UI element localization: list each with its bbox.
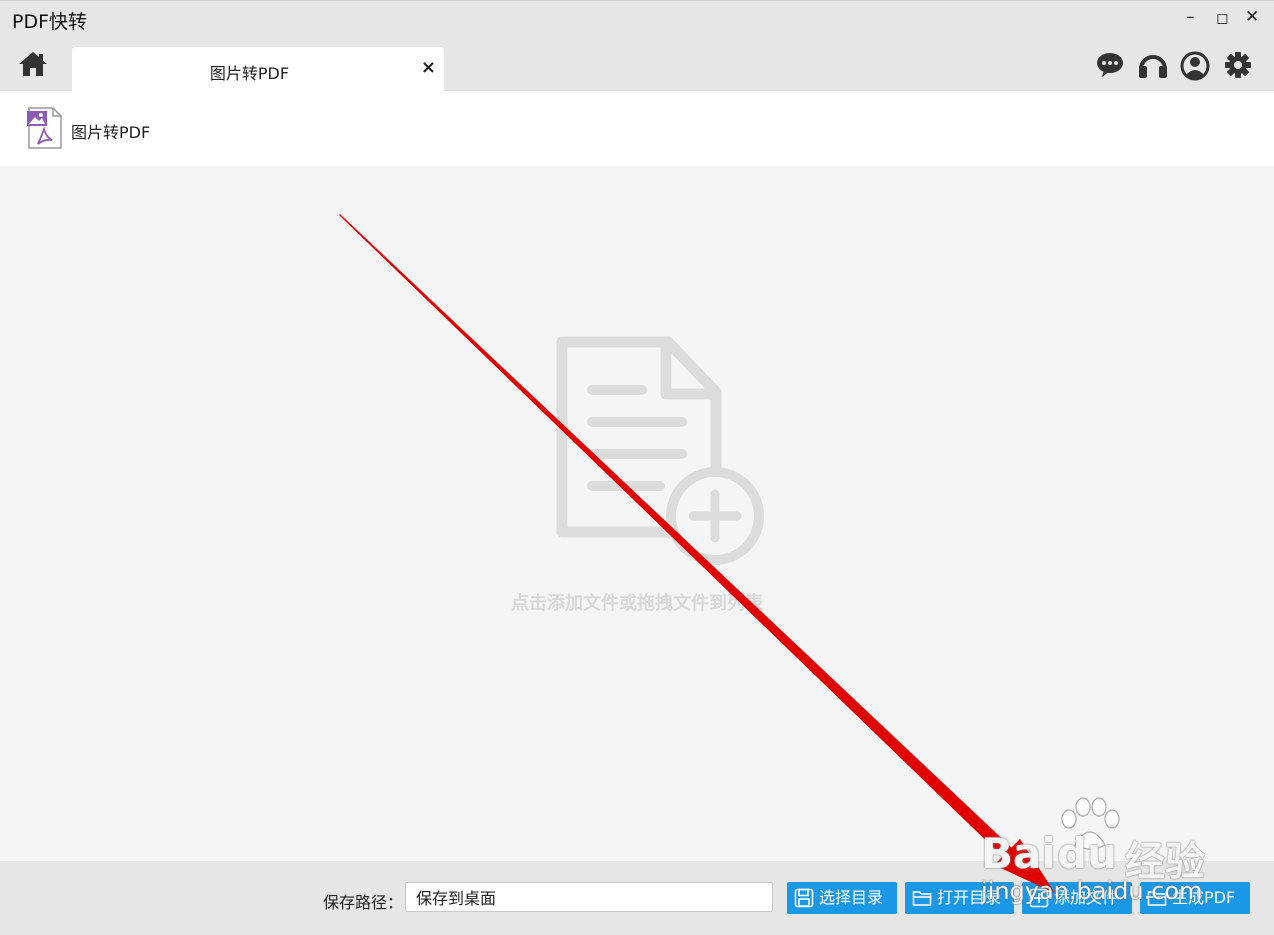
tool-image-to-pdf[interactable]: 图片转PDF [24,107,150,149]
save-path-label: 保存路径： [323,893,404,912]
file-drop-area[interactable]: 点击添加文件或拖拽文件到列表 [0,166,1274,861]
generate-pdf-label: 生成PDF [1172,888,1236,907]
chat-button[interactable] [1096,51,1124,79]
tab-close-button[interactable]: × [421,57,436,78]
minimize-button[interactable]: – [1186,7,1195,27]
image-pdf-file-icon [27,107,62,149]
home-button[interactable] [18,50,48,78]
add-file-placeholder-icon [556,336,764,565]
save-icon [794,888,814,908]
app-title: PDF快转 [12,11,88,33]
folder-icon [912,891,932,906]
settings-button[interactable] [1224,51,1252,79]
headphones-icon [1139,55,1167,78]
tool-label: 图片转PDF [71,123,151,142]
bottom-bar: 保存路径： 选择目录 打开目录 添加文件 生成PDF [0,861,1274,935]
folder-icon [1147,891,1167,906]
gear-icon [1225,52,1251,78]
generate-pdf-button[interactable]: 生成PDF [1140,882,1250,914]
home-icon [19,52,47,76]
drop-hint-text: 点击添加文件或拖拽文件到列表 [511,593,763,614]
tool-strip: 图片转PDF [0,91,1274,166]
user-icon [1180,51,1210,81]
add-file-button[interactable]: 添加文件 [1022,882,1132,914]
open-directory-label: 打开目录 [937,888,1002,907]
title-bar: PDF快转 – ◻ ✕ [0,0,1274,35]
chat-icon [1097,53,1123,77]
save-path-field[interactable] [405,882,773,912]
add-file-label: 添加文件 [1054,888,1119,907]
tab-bar: 图片转PDF × [0,35,1274,91]
open-directory-button[interactable]: 打开目录 [905,882,1014,914]
tab-label: 图片转PDF [209,64,290,83]
tab-image-to-pdf[interactable]: 图片转PDF × [72,47,444,91]
add-file-icon [1029,888,1049,908]
choose-directory-label: 选择目录 [819,888,884,907]
close-window-button[interactable]: ✕ [1245,7,1259,27]
account-button[interactable] [1180,51,1210,81]
choose-directory-button[interactable]: 选择目录 [787,882,897,914]
maximize-button[interactable]: ◻ [1216,9,1228,27]
support-button[interactable] [1138,51,1167,79]
